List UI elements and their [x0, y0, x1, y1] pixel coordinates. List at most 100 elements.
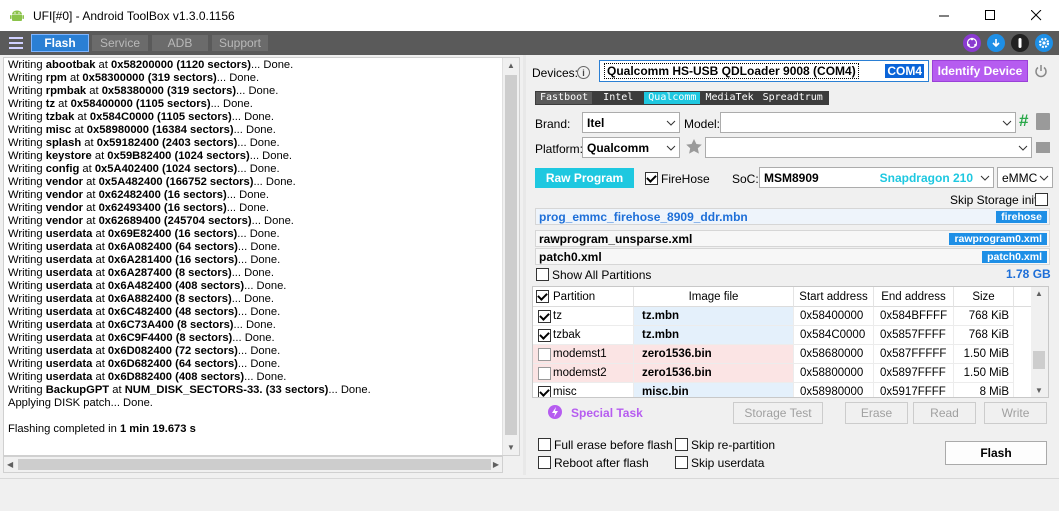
partition-checkbox[interactable] — [538, 386, 551, 397]
hamburger-menu-icon[interactable] — [9, 37, 23, 49]
erase-button[interactable]: Erase — [845, 402, 908, 424]
raw-program-button[interactable]: Raw Program — [535, 168, 634, 188]
write-button[interactable]: Write — [984, 402, 1047, 424]
log-line: Writing userdata at 0x6A287400 (8 sector… — [8, 267, 274, 279]
window-title: UFI[#0] - Android ToolBox v1.3.0.1156 — [33, 8, 235, 23]
firehose-file-field[interactable]: prog_emmc_firehose_8909_ddr.mbn firehose — [535, 208, 1050, 225]
show-all-partitions-checkbox[interactable] — [536, 268, 549, 281]
grid-vertical-scrollbar[interactable]: ▲ ▼ — [1031, 287, 1048, 397]
special-task-icon[interactable] — [547, 404, 563, 423]
power-off-icon[interactable] — [1034, 64, 1048, 81]
grid-header-size[interactable]: Size — [954, 287, 1014, 307]
rawprogram-file-name: rawprogram_unsparse.xml — [539, 231, 693, 246]
grid-header-start[interactable]: Start address — [794, 287, 874, 307]
platform-value: Qualcomm — [587, 140, 650, 155]
pdf-icon[interactable] — [1036, 113, 1050, 130]
info-icon[interactable]: i — [577, 66, 590, 79]
reboot-after-flash-checkbox[interactable] — [538, 456, 551, 469]
panel-splitter[interactable] — [523, 55, 526, 475]
chip-qualcomm[interactable]: Qualcomm — [644, 92, 701, 104]
rawprogram-file-field[interactable]: rawprogram_unsparse.xml rawprogram0.xml — [535, 230, 1050, 247]
full-erase-checkbox[interactable] — [538, 438, 551, 451]
soc-value: MSM8909 — [764, 170, 819, 185]
read-button[interactable]: Read — [913, 402, 976, 424]
log-line: Writing vendor at 0x62493400 (16 sectors… — [8, 202, 270, 214]
chip-intel[interactable]: Intel — [593, 92, 644, 104]
partition-row[interactable]: tzbak tz.mbn 0x584C0000 0x5857FFFF 768 KiB — [533, 326, 1033, 345]
grid-header-partition[interactable]: Partition — [533, 287, 634, 307]
power-icon[interactable] — [1011, 34, 1029, 52]
full-erase-label: Full erase before flash — [554, 438, 673, 452]
skip-userdata-checkbox[interactable] — [675, 456, 688, 469]
partition-cell-partition: misc — [533, 383, 634, 397]
partition-cell-image: tz.mbn — [634, 326, 794, 345]
minimize-button[interactable] — [921, 0, 967, 31]
download-icon[interactable] — [987, 34, 1005, 52]
skip-storage-init-checkbox[interactable] — [1035, 193, 1048, 206]
log-line: Writing userdata at 0x6D082400 (72 secto… — [8, 345, 281, 357]
identify-device-button[interactable]: Identify Device — [932, 60, 1028, 82]
partition-row[interactable]: tz tz.mbn 0x58400000 0x584BFFFF 768 KiB — [533, 307, 1033, 326]
log-vertical-scrollbar[interactable]: ▲ ▼ — [502, 58, 519, 455]
partition-checkbox[interactable] — [538, 329, 551, 342]
close-button[interactable] — [1013, 0, 1059, 31]
total-size: 1.78 GB — [1006, 267, 1051, 281]
soc-select[interactable]: MSM8909 Snapdragon 210 — [759, 167, 994, 188]
devices-select[interactable]: Qualcomm HS-USB QDLoader 9008 (COM4) COM… — [599, 60, 929, 82]
partition-cell-start: 0x58800000 — [794, 364, 874, 383]
chip-fastboot[interactable]: Fastboot — [536, 92, 593, 104]
partition-cell-size: 8 MiB — [954, 383, 1014, 397]
partition-checkbox[interactable] — [538, 367, 551, 380]
partition-cell-image: tz.mbn — [634, 307, 794, 326]
skip-userdata-label: Skip userdata — [691, 456, 765, 470]
partition-row[interactable]: misc misc.bin 0x58980000 0x5917FFFF 8 MiB — [533, 383, 1033, 397]
flash-button[interactable]: Flash — [945, 441, 1047, 465]
folder-icon[interactable] — [1036, 142, 1050, 153]
platform-model-select[interactable] — [705, 137, 1032, 158]
log-line: Writing tzbak at 0x584C0000 (1105 sector… — [8, 111, 274, 123]
chip-spreadtrum[interactable]: Spreadtrum — [758, 92, 827, 104]
partition-row[interactable]: modemst1 zero1536.bin 0x58680000 0x587FFFFF… — [533, 345, 1033, 364]
grid-header-image[interactable]: Image file — [634, 287, 794, 307]
maximize-button[interactable] — [967, 0, 1013, 31]
log-line: Writing abootbak at 0x58200000 (1120 sec… — [8, 59, 294, 71]
model-select[interactable] — [720, 112, 1016, 133]
skip-repartition-checkbox[interactable] — [675, 438, 688, 451]
network-icon[interactable] — [963, 34, 981, 52]
brand-label: Brand: — [535, 117, 571, 131]
log-line: Writing userdata at 0x6A082400 (64 secto… — [8, 241, 281, 253]
skip-repartition-label: Skip re-partition — [691, 438, 776, 452]
log-line: Writing keystore at 0x59B82400 (1024 sec… — [8, 150, 293, 162]
grid-header-end[interactable]: End address — [874, 287, 954, 307]
partition-cell-end: 0x5897FFFF — [874, 364, 954, 383]
star-icon[interactable] — [685, 138, 703, 159]
chip-mediatek[interactable]: MediaTek — [701, 92, 758, 104]
tab-service[interactable]: Service — [91, 34, 149, 52]
tab-support[interactable]: Support — [211, 34, 269, 52]
partition-checkbox[interactable] — [538, 310, 551, 323]
rawprogram-file-tag: rawprogram0.xml — [949, 233, 1047, 245]
special-task-button[interactable]: Special Task — [571, 406, 643, 420]
soc-name: Snapdragon 210 — [879, 170, 973, 185]
select-all-checkbox[interactable] — [536, 290, 549, 303]
partition-cell-partition: tz — [533, 307, 634, 326]
settings-gear-icon[interactable] — [1035, 34, 1053, 52]
storage-test-button[interactable]: Storage Test — [733, 402, 823, 424]
platform-select[interactable]: Qualcomm — [582, 137, 680, 158]
hash-icon[interactable]: # — [1019, 111, 1028, 131]
brand-select[interactable]: Itel — [582, 112, 680, 133]
firehose-checkbox[interactable] — [645, 172, 658, 185]
patch-file-field[interactable]: patch0.xml patch0.xml — [535, 248, 1050, 265]
partition-checkbox[interactable] — [538, 348, 551, 361]
partition-row[interactable]: modemst2 zero1536.bin 0x58800000 0x5897FFFF… — [533, 364, 1033, 383]
platform-label: Platform: — [535, 142, 584, 156]
chevron-down-icon — [1039, 175, 1049, 181]
log-horizontal-scrollbar[interactable]: ◀ ▶ — [3, 456, 503, 473]
tab-adb[interactable]: ADB — [151, 34, 209, 52]
device-name: Qualcomm HS-USB QDLoader 9008 (COM4) — [604, 63, 859, 79]
partition-cell-partition: modemst1 — [533, 345, 634, 364]
log-line: Writing userdata at 0x6C482400 (48 secto… — [8, 306, 281, 318]
storage-type-select[interactable]: eMMC — [997, 167, 1053, 188]
title-bar: UFI[#0] - Android ToolBox v1.3.0.1156 — [0, 0, 1059, 31]
tab-flash[interactable]: Flash — [31, 34, 89, 52]
